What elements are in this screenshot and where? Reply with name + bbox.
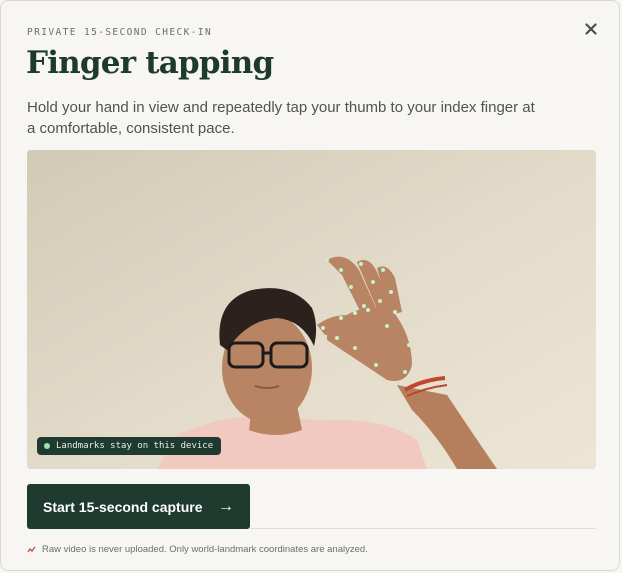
close-button[interactable] xyxy=(581,19,601,39)
camera-frame-image xyxy=(27,150,596,469)
camera-preview: Landmarks stay on this device xyxy=(27,150,596,469)
privacy-footnote: Raw video is never uploaded. Only world-… xyxy=(27,544,368,555)
instructions-text: Hold your hand in view and repeatedly ta… xyxy=(27,99,535,137)
close-icon xyxy=(585,20,597,39)
start-capture-label: Start 15-second capture xyxy=(43,498,203,515)
status-dot-icon xyxy=(44,443,50,449)
check-in-modal: PRIVATE 15-SECOND CHECK-IN Finger tappin… xyxy=(0,0,620,571)
privacy-badge: Landmarks stay on this device xyxy=(37,437,222,455)
privacy-footnote-text: Raw video is never uploaded. Only world-… xyxy=(42,544,368,555)
privacy-badge-label: Landmarks stay on this device xyxy=(56,441,214,451)
arrow-right-icon: → xyxy=(218,497,234,515)
eyebrow-label: PRIVATE 15-SECOND CHECK-IN xyxy=(27,27,213,38)
start-capture-button[interactable]: Start 15-second capture → xyxy=(27,484,250,529)
divider xyxy=(250,528,596,529)
camera-off-icon xyxy=(27,545,36,555)
page-title: Finger tapping xyxy=(26,45,274,81)
